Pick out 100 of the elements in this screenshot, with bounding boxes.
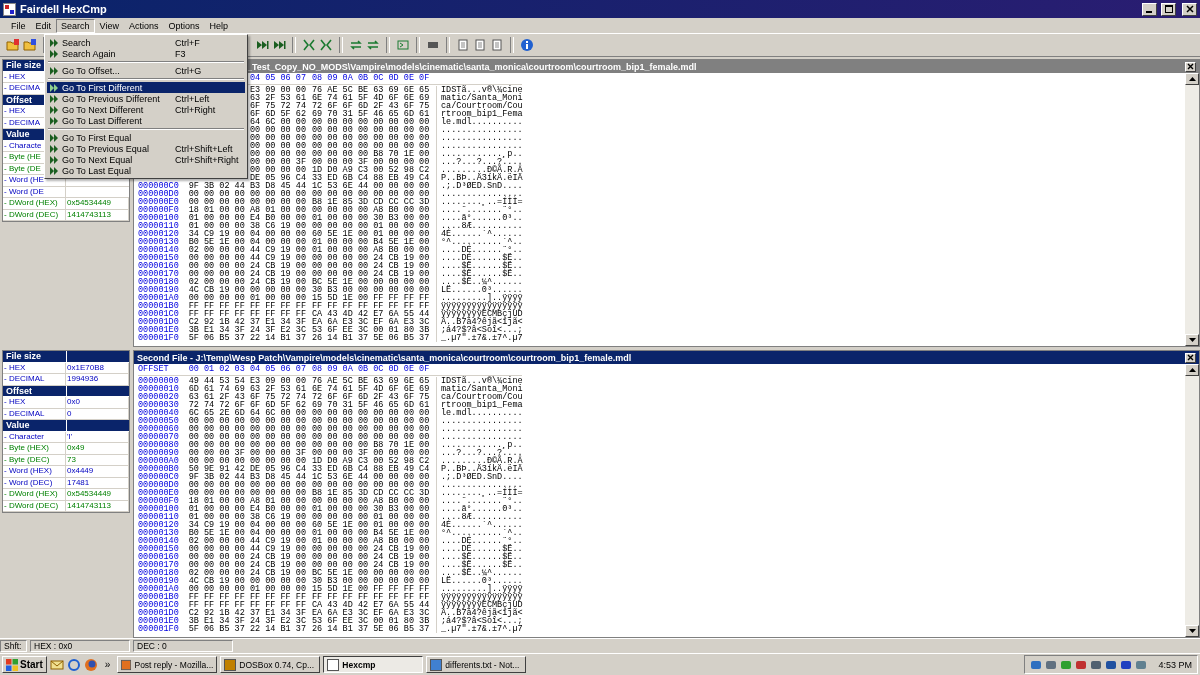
menu-item[interactable]: Search Ctrl+F: [47, 37, 245, 48]
ascii-text: le.mdl..........: [436, 118, 522, 126]
taskbar-button[interactable]: Post reply - Mozilla...: [117, 656, 218, 673]
menu-item[interactable]: Help: [204, 18, 233, 33]
ascii-text: le.mdl..........: [436, 409, 522, 417]
scroll-down-button[interactable]: [1185, 625, 1199, 637]
folder-icon[interactable]: [6, 38, 20, 52]
page-icon[interactable]: [456, 38, 470, 52]
hex-bytes: 00 00 00 00 01 00 00 00: [188, 294, 306, 302]
hex-bytes: 00 00 00 3F 00 00 00 00: [312, 449, 430, 457]
ascii-text: .........Ð©Ã.R.Â: [436, 457, 522, 465]
menu-item-icon: [49, 104, 59, 115]
menu-item[interactable]: Actions: [123, 18, 164, 33]
taskbar-button[interactable]: DOSBox 0.74, Cp...: [220, 656, 321, 673]
scrollbar[interactable]: [1185, 364, 1199, 637]
menu-item[interactable]: Edit: [30, 18, 57, 33]
close-button[interactable]: [1182, 2, 1197, 16]
tray-icon[interactable]: [1105, 658, 1118, 671]
offset-label: 000000C0: [138, 473, 180, 481]
tray-icon[interactable]: [1135, 658, 1148, 671]
close-button[interactable]: [1185, 352, 1196, 363]
folder-icon[interactable]: [23, 38, 37, 52]
property-label: - Word (HEX): [3, 466, 66, 478]
swap-icon[interactable]: [349, 38, 363, 52]
page-icon[interactable]: [490, 38, 504, 52]
ascii-text: ................: [436, 134, 522, 142]
close-button[interactable]: [1185, 61, 1196, 72]
taskbar-button[interactable]: Hexcmp: [323, 656, 424, 673]
menu-item[interactable]: View: [94, 18, 124, 33]
hex-bytes: 72 6F 6F 6D 2F 43 6F 75: [312, 393, 430, 401]
hex-bytes: 00 00 00 00 00 00 00 00: [188, 417, 306, 425]
tray-icon[interactable]: [1120, 658, 1133, 671]
hex-bytes: 02 00 00 00 44 C9 19 00: [188, 537, 306, 545]
hex-bytes: 00 00 00 00 00 00 00 00: [188, 441, 306, 449]
hex-bytes: 69 70 31 5F 46 65 6D 61: [312, 401, 430, 409]
offset-label: 00000050: [138, 417, 180, 425]
property-label: - Byte (DEC): [3, 454, 66, 466]
hex-bytes: 00 00 00 00 00 00 00 00: [188, 198, 306, 206]
scrollbar[interactable]: [1185, 73, 1199, 346]
ascii-text: ................: [436, 425, 522, 433]
tray-icon[interactable]: [1075, 658, 1088, 671]
property-label: - HEX: [3, 397, 66, 409]
hex-bytes: 6E 74 61 5F 4D 6F 6E 69: [312, 94, 430, 102]
ascii-text: rtroom_bip1_Fema: [436, 110, 522, 118]
column-header: OFFSET: [138, 364, 170, 375]
menu-item[interactable]: Search: [56, 18, 95, 33]
hex-bytes: 53 6F EE 3C 00 01 80 3B: [312, 326, 430, 334]
ascii-text: .........]..ÿÿÿÿ: [436, 585, 522, 593]
ascii-text: ............¸p..: [436, 441, 522, 449]
ascii-text: ÿÿÿÿÿÿÿÿÊCMBçjUD: [436, 601, 522, 609]
menu-item[interactable]: File: [6, 18, 31, 33]
property-value: 17481: [66, 477, 129, 489]
more-button[interactable]: »: [100, 659, 115, 670]
hex-bytes: DE 05 96 C4: [249, 174, 306, 182]
property-value: 0x0: [66, 397, 129, 409]
menu-item[interactable]: Options: [163, 18, 205, 33]
hex-bytes: 15 5D 1E 00 FF FF FF FF: [312, 294, 430, 302]
offset-label: 000000C0: [138, 182, 180, 190]
menu-item[interactable]: Search Again F3: [47, 48, 245, 59]
scroll-up-button[interactable]: [1185, 73, 1199, 85]
tray-icon[interactable]: [1030, 658, 1043, 671]
hex-bytes: 18 01 00 00 A8 01 00 00: [188, 206, 306, 214]
page-icon[interactable]: [473, 38, 487, 52]
skip-forward-icon[interactable]: [272, 38, 286, 52]
scroll-up-button[interactable]: [1185, 364, 1199, 376]
hex-bytes: 72 6F 6F 6D 2F 43 6F 75: [312, 102, 430, 110]
offset-label: 000001F0: [138, 334, 180, 342]
hex-bytes: B8 1E 85 3D CD CC CC 3D: [312, 198, 430, 206]
property-label: - DWord (HEX): [3, 198, 66, 210]
offset-label: 000000F0: [138, 497, 180, 505]
swap-icon[interactable]: [366, 38, 380, 52]
hex-bytes: 34 C9 19 00 04 00 00 00: [188, 230, 306, 238]
offset-label: 000001E0: [138, 617, 180, 625]
offset-label: 00000120: [138, 230, 180, 238]
property-value: 0x54534449: [66, 198, 129, 210]
property-label: - Word (DEC): [3, 477, 66, 489]
hex-bytes: 00 00 00 00: [249, 142, 306, 150]
taskbar-button[interactable]: differents.txt - Not...: [426, 656, 527, 673]
offset-label: 00000140: [138, 537, 180, 545]
scroll-down-button[interactable]: [1185, 334, 1199, 346]
help-icon[interactable]: [520, 38, 534, 52]
offset-label: 00000170: [138, 270, 180, 278]
maximize-button[interactable]: [1161, 2, 1176, 16]
start-button[interactable]: Start: [2, 656, 47, 673]
status-text: HEX : 0x0: [30, 640, 130, 652]
envelope-icon[interactable]: [49, 657, 64, 672]
tray-icon[interactable]: [1045, 658, 1058, 671]
minimize-button[interactable]: [1142, 2, 1157, 16]
offset-label: 000000A0: [138, 457, 180, 465]
column-header: 08 09 0A 0B 0C 0D 0E 0F: [312, 73, 430, 84]
tray-icon[interactable]: [1090, 658, 1103, 671]
hex-bytes: 00 00 00 3F: [249, 158, 306, 166]
offset-label: 00000130: [138, 238, 180, 246]
offset-label: 000000E0: [138, 489, 180, 497]
property-label: - HEX: [3, 362, 66, 374]
menu-item-icon: [49, 165, 59, 176]
skip-forward-icon[interactable]: [255, 38, 269, 52]
hex-bytes: FF FF FF FF FF FF FF FF: [188, 302, 306, 310]
menu-item[interactable]: Go To First Different: [47, 82, 245, 93]
offset-label: 00000190: [138, 577, 180, 585]
